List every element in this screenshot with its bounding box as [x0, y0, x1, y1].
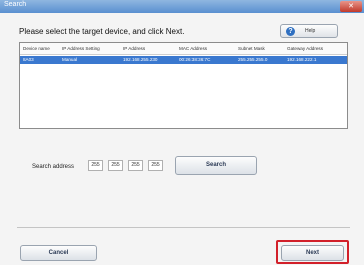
column-header-subnet-mask[interactable]: Subnet Mask — [238, 46, 265, 51]
column-header-ip-address[interactable]: IP Address — [123, 46, 145, 51]
help-label: Help — [305, 28, 316, 34]
octet-input-2[interactable]: 255 — [108, 160, 123, 171]
search-address-label: Search address — [32, 164, 75, 170]
cell-subnet-mask: 255.255.255.0 — [238, 57, 268, 62]
table-row[interactable]: 8A03 Manual 192.168.255.230 00:26:38:36:… — [20, 56, 347, 64]
column-header-mac-address[interactable]: MAC Address — [179, 46, 207, 51]
title-bar: Search ✕ — [0, 0, 364, 13]
search-button[interactable]: Search — [175, 156, 257, 175]
column-header-gateway[interactable]: Gateway Address — [287, 46, 323, 51]
footer-divider — [17, 227, 350, 228]
next-button[interactable]: Next — [281, 245, 344, 261]
cell-gateway: 192.168.222.1 — [287, 57, 317, 62]
cancel-button[interactable]: Cancel — [20, 245, 97, 261]
instruction-text: Please select the target device, and cli… — [19, 27, 185, 36]
column-header-ip-setting[interactable]: IP Address Setting — [62, 46, 100, 51]
table-header: Device name IP Address Setting IP Addres… — [20, 43, 347, 55]
help-button[interactable]: ? Help — [280, 24, 338, 38]
octet-input-1[interactable]: 255 — [88, 160, 103, 171]
cell-mac-address: 00:26:38:36:7C — [179, 57, 211, 62]
cell-device-name: 8A03 — [23, 57, 34, 62]
search-dialog: Search ✕ Please select the target device… — [0, 0, 364, 265]
octet-input-3[interactable]: 255 — [128, 160, 143, 171]
cell-ip-setting: Manual — [62, 57, 78, 62]
search-address-field: 255 255 255 255 — [88, 160, 163, 171]
octet-input-4[interactable]: 255 — [148, 160, 163, 171]
cell-ip-address: 192.168.255.230 — [123, 57, 158, 62]
help-icon: ? — [286, 27, 295, 36]
device-table: Device name IP Address Setting IP Addres… — [19, 42, 348, 129]
column-header-device-name[interactable]: Device name — [23, 46, 50, 51]
close-button[interactable]: ✕ — [340, 1, 362, 12]
window-title: Search — [4, 1, 27, 8]
